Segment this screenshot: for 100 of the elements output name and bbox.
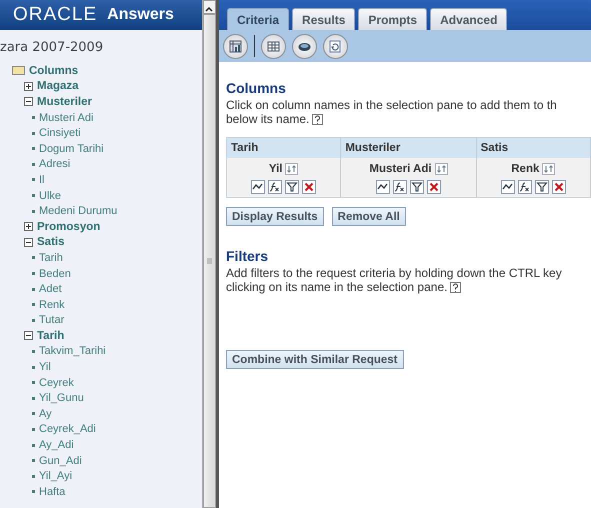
- filter-button[interactable]: [534, 180, 549, 194]
- bullet-icon: [32, 366, 35, 369]
- tree-folder[interactable]: Magaza: [37, 80, 79, 92]
- action-button[interactable]: Remove All: [332, 207, 406, 226]
- tree-item[interactable]: Hafta: [39, 486, 66, 498]
- expand-icon[interactable]: [24, 82, 33, 91]
- bullet-icon: [32, 490, 35, 494]
- bullet-icon: [32, 116, 35, 120]
- collapse-icon[interactable]: [24, 97, 33, 106]
- folder-header: Tarih: [226, 138, 341, 158]
- instruction-text: clicking on its name in the selection pane.: [226, 280, 448, 294]
- format-button[interactable]: [376, 180, 390, 194]
- tree-item[interactable]: Dogum Tarihi: [39, 142, 104, 155]
- filter-icon: [410, 181, 423, 193]
- bullet-icon: [32, 132, 35, 135]
- tree-item[interactable]: Il: [39, 174, 44, 186]
- help-icon[interactable]: [450, 282, 462, 293]
- delete-button[interactable]: [426, 180, 441, 194]
- tree-folder[interactable]: Tarih: [37, 330, 64, 342]
- tree-item[interactable]: Cinsiyeti: [39, 127, 81, 140]
- tree-item[interactable]: Ceyrek_Adi: [39, 423, 96, 436]
- tree-item[interactable]: Yil_Gunu: [39, 392, 84, 404]
- folder-header: Satis: [476, 138, 590, 158]
- function-icon: [518, 181, 531, 193]
- delete-icon: [303, 181, 316, 193]
- tab[interactable]: Criteria: [227, 8, 290, 30]
- bullet-icon: [32, 288, 35, 291]
- tab[interactable]: Prompts: [358, 8, 428, 30]
- tree-folder[interactable]: Promosyon: [37, 220, 100, 233]
- bullet-icon: [32, 396, 35, 400]
- disk-button[interactable]: [292, 34, 317, 58]
- tree-item[interactable]: Tutar: [39, 314, 64, 326]
- tree-item[interactable]: Gun_Adi: [39, 454, 82, 467]
- folder-icon: [12, 66, 25, 76]
- tree-item[interactable]: Ulke: [39, 190, 62, 202]
- scrollbar[interactable]: [202, 0, 216, 508]
- tree-item[interactable]: Adet: [39, 283, 62, 296]
- tree-folder[interactable]: Musteriler: [37, 96, 92, 108]
- tree-folder[interactable]: Satis: [37, 236, 64, 248]
- bullet-icon: [32, 256, 35, 260]
- tree-item[interactable]: Ceyrek: [39, 376, 74, 389]
- bullet-icon: [32, 444, 35, 447]
- function-icon: [394, 181, 406, 193]
- tree-item[interactable]: Ay: [39, 408, 52, 420]
- tab[interactable]: Advanced: [430, 8, 508, 30]
- section-title: Filters: [226, 248, 270, 264]
- expand-icon[interactable]: [24, 222, 33, 232]
- function-button[interactable]: [268, 180, 282, 194]
- function-button[interactable]: [392, 180, 407, 194]
- tree-item[interactable]: Yil_Ayi: [39, 470, 72, 482]
- combine-button[interactable]: Combine with Similar Request: [226, 350, 404, 369]
- delete-button[interactable]: [552, 180, 566, 194]
- column-name[interactable]: Musteri Adi: [369, 163, 432, 175]
- bullet-icon: [32, 210, 35, 213]
- table-button[interactable]: [261, 34, 286, 58]
- delete-button[interactable]: [302, 180, 316, 194]
- collapse-icon[interactable]: [24, 238, 33, 247]
- function-button[interactable]: [518, 180, 532, 194]
- action-button[interactable]: Display Results: [226, 207, 324, 226]
- section-title: Columns: [226, 80, 287, 96]
- help-icon[interactable]: [312, 114, 324, 125]
- table-icon: [267, 40, 280, 52]
- bullet-icon: [32, 459, 35, 462]
- format-button[interactable]: [500, 180, 515, 194]
- filter-button[interactable]: [410, 180, 424, 194]
- instruction-text: below its name.: [226, 112, 310, 126]
- column-name[interactable]: Renk: [511, 163, 540, 175]
- grip-icon: [205, 258, 214, 264]
- instruction-text: Click on column names in the selection pane to add them to th: [226, 98, 558, 112]
- results-chart-icon: [229, 40, 242, 52]
- refresh-icon: [329, 40, 342, 52]
- results-chart-button[interactable]: [223, 34, 248, 58]
- tree-item[interactable]: Musteri Adi: [39, 112, 94, 124]
- refresh-button[interactable]: [323, 34, 348, 58]
- bullet-icon: [32, 428, 35, 431]
- filter-icon: [286, 181, 298, 193]
- tree-item[interactable]: Medeni Durumu: [39, 205, 118, 218]
- filter-button[interactable]: [285, 180, 300, 194]
- tab[interactable]: Results: [292, 8, 356, 30]
- sort-icon[interactable]: [285, 163, 298, 175]
- tree-item[interactable]: Renk: [39, 298, 65, 311]
- bullet-icon: [32, 272, 35, 276]
- tree-folder[interactable]: Columns: [29, 64, 78, 77]
- bullet-icon: [32, 194, 35, 198]
- tree-item[interactable]: Takvim_Tarihi: [39, 345, 106, 358]
- column-name[interactable]: Yil: [268, 163, 282, 175]
- tree-item[interactable]: Ay_Adi: [39, 439, 74, 452]
- format-button[interactable]: [251, 180, 266, 194]
- bullet-icon: [32, 178, 35, 182]
- bullet-icon: [32, 412, 35, 416]
- collapse-icon[interactable]: [24, 331, 33, 340]
- sort-icon[interactable]: [542, 163, 556, 175]
- bullet-icon: [32, 318, 35, 322]
- tree-item[interactable]: Adresi: [39, 158, 70, 170]
- sort-icon[interactable]: [434, 163, 448, 175]
- tree-item[interactable]: Tarih: [39, 252, 63, 264]
- instruction-text: Add filters to the request criteria by holding down the CTRL key: [226, 266, 563, 280]
- delete-icon: [428, 181, 440, 193]
- tree-item[interactable]: Yil: [39, 361, 51, 374]
- tree-item[interactable]: Beden: [39, 268, 71, 280]
